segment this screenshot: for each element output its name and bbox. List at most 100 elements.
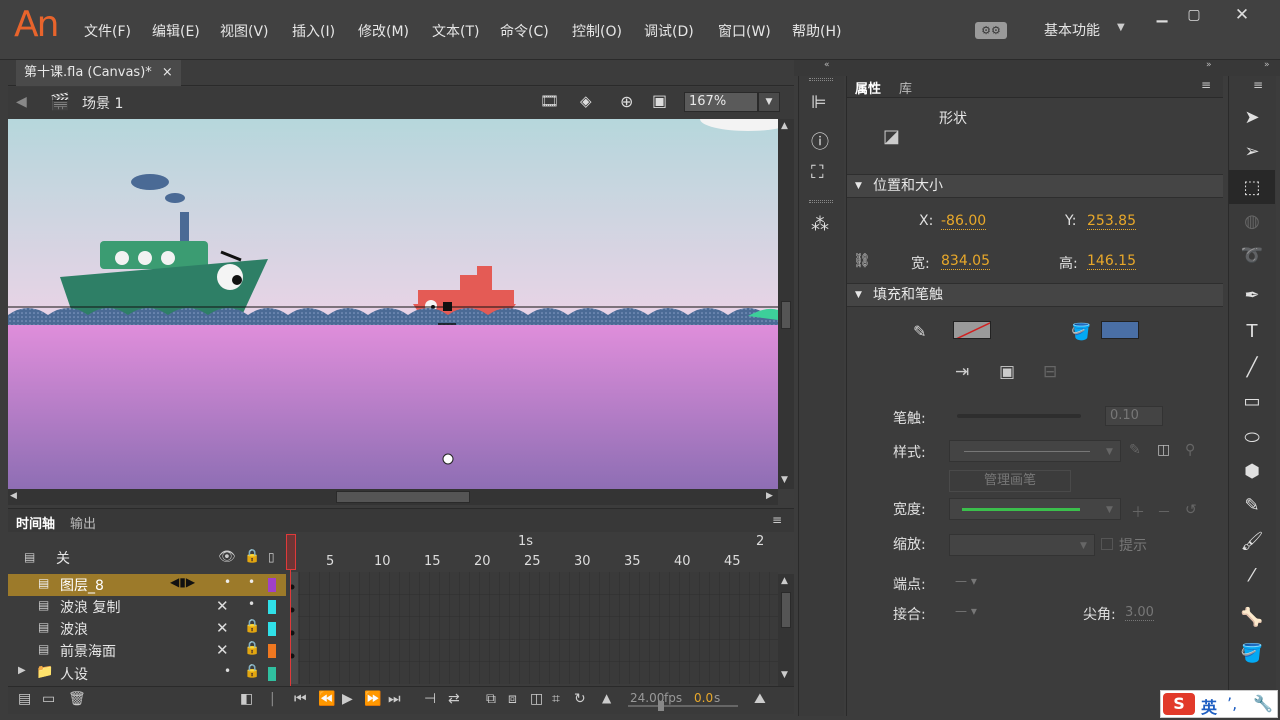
scroll-down-icon[interactable]: ▼ (781, 475, 788, 485)
stroke-value-input[interactable]: 0.10 (1105, 406, 1163, 426)
x-value[interactable]: -86.00 (941, 213, 987, 230)
last-frame-icon[interactable]: ⏭ (388, 691, 401, 707)
width-profile-dropdown[interactable]: ▼ (949, 498, 1121, 520)
scroll-up-icon[interactable]: ▲ (781, 121, 788, 131)
menu-help[interactable]: 帮助(H) (792, 21, 841, 41)
menu-commands[interactable]: 命令(C) (500, 21, 549, 41)
layer-row-wave[interactable]: ▤ 波浪 ✕ 🔒 (8, 618, 286, 640)
polystar-tool-icon[interactable]: ⬢ (1229, 454, 1275, 488)
timeline-vertical-scrollbar[interactable]: ▲ ▼ (778, 574, 794, 686)
edit-multiple-icon[interactable]: ◫ (530, 691, 543, 707)
ime-toolbar[interactable]: S 英 ’, 🔧 (1160, 690, 1278, 718)
panel-menu-icon[interactable]: ≡ (1201, 78, 1211, 92)
scroll-up-icon[interactable]: ▲ (781, 576, 788, 586)
text-tool-icon[interactable]: T (1229, 314, 1275, 348)
transform-icon[interactable]: ⛶ (811, 162, 824, 183)
menu-window[interactable]: 窗口(W) (718, 21, 771, 41)
panel-menu-icon[interactable]: ≡ (1253, 78, 1263, 92)
zoom-input[interactable]: 167% (684, 92, 758, 112)
time-value[interactable]: 0.0 (694, 691, 713, 705)
triangle-up-icon[interactable]: ▲ (602, 691, 611, 705)
rectangle-tool-icon[interactable]: ▭ (1229, 384, 1275, 418)
cap-dropdown[interactable]: — ▾ (955, 574, 977, 588)
hidden-x-icon[interactable]: ✕ (216, 597, 229, 615)
layer-row-wave-copy[interactable]: ▤ 波浪 复制 ✕ • (8, 596, 286, 618)
height-value[interactable]: 146.15 (1087, 253, 1136, 270)
onion-outline-icon[interactable]: ⧈ (508, 691, 517, 707)
lasso-tool-icon[interactable]: ➰ (1229, 238, 1275, 272)
wrench-icon[interactable]: 🔧 (1253, 694, 1273, 713)
minimize-button[interactable]: ▁ (1150, 6, 1174, 24)
punctuation-icon[interactable]: ’, (1227, 694, 1237, 713)
collapse-tools-icon[interactable]: » (1264, 60, 1270, 70)
close-tab-icon[interactable]: × (162, 65, 173, 80)
stroke-style-dropdown[interactable]: ▼ (949, 440, 1121, 462)
line-tool-icon[interactable]: ╱ (1229, 350, 1275, 384)
scroll-down-icon[interactable]: ▼ (781, 670, 788, 680)
hairline-icon[interactable]: ⇥ (955, 362, 969, 382)
menu-file[interactable]: 文件(F) (84, 21, 131, 41)
edit-symbol-icon[interactable]: ◈ (580, 92, 592, 110)
timeline-scroll-thumb[interactable] (781, 592, 791, 628)
subselection-tool-icon[interactable]: ➢ (1229, 134, 1275, 168)
center-frame-icon[interactable]: ⊣ (424, 691, 436, 707)
chevron-down-icon[interactable]: ▼ (1117, 22, 1125, 33)
hint-checkbox[interactable] (1101, 538, 1113, 550)
back-arrow-icon[interactable]: ◀ (16, 94, 27, 110)
zoom-dropdown[interactable]: ▼ (758, 92, 780, 112)
collapse-left-icon[interactable]: « (824, 60, 830, 70)
lock-dot[interactable]: • (248, 597, 255, 611)
tab-timeline[interactable]: 时间轴 (16, 513, 55, 532)
width-value[interactable]: 834.05 (941, 253, 990, 270)
fill-color-swatch[interactable] (1101, 321, 1139, 339)
ime-language[interactable]: 英 (1201, 694, 1217, 718)
layer-color-swatch[interactable] (268, 600, 276, 614)
zoom-slider-thumb[interactable] (658, 701, 664, 711)
new-layer-icon[interactable]: ▤ (18, 691, 31, 707)
next-frame-icon[interactable]: ⏩ (364, 691, 381, 707)
horizontal-scroll-thumb[interactable] (336, 491, 470, 503)
camera-icon[interactable]: ◧ (240, 691, 253, 707)
dock-grip[interactable] (809, 78, 833, 81)
loop-icon[interactable]: ⇄ (448, 691, 460, 707)
stroke-color-swatch[interactable] (953, 321, 991, 339)
first-frame-icon[interactable]: ⏮ (294, 691, 307, 707)
document-tab[interactable]: 第十课.fla (Canvas)* × (16, 60, 181, 86)
menu-edit[interactable]: 编辑(E) (152, 21, 200, 41)
mountain-zoom-icon[interactable]: ⛰ (754, 691, 766, 707)
section-fill-stroke[interactable]: ▼ 填充和笔触 (847, 283, 1223, 307)
collapse-right-icon[interactable]: » (1206, 60, 1212, 70)
workspace-switcher[interactable]: 基本功能 (1044, 20, 1100, 40)
onion-skin-icon[interactable]: ⧉ (486, 691, 496, 707)
stage-horizontal-scrollbar[interactable]: ◀ ▶ (8, 489, 778, 505)
scale-dropdown[interactable]: ▼ (949, 534, 1095, 556)
layer-color-swatch[interactable] (268, 644, 276, 658)
close-window-button[interactable]: ✕ (1230, 6, 1254, 24)
components-icon[interactable]: ⁂ (811, 214, 829, 235)
panel-menu-icon[interactable]: ≡ (772, 513, 782, 527)
scroll-left-icon[interactable]: ◀ (10, 491, 17, 501)
show-all-eye-icon[interactable]: 👁 (218, 549, 236, 565)
layer-row-foreground-sea[interactable]: ▤ 前景海面 ✕ 🔒 (8, 640, 286, 662)
add-brush-icon[interactable]: ◫ (1157, 442, 1170, 458)
stage-canvas[interactable] (8, 119, 778, 489)
info-icon[interactable]: ⓘ (811, 128, 829, 154)
play-icon[interactable]: ▶ (342, 691, 353, 707)
tab-output[interactable]: 输出 (70, 513, 96, 532)
hidden-x-icon[interactable]: ✕ (216, 641, 229, 659)
sync-icon[interactable]: ↻ (574, 691, 586, 707)
outline-all-icon[interactable]: ▯ (268, 550, 275, 564)
link-icon[interactable]: ⛓ (853, 253, 871, 269)
expand-folder-icon[interactable]: ▶ (18, 665, 26, 676)
pen-tool-icon[interactable]: ✒ (1229, 278, 1275, 312)
layer-color-swatch[interactable] (268, 667, 276, 681)
hidden-x-icon[interactable]: ✕ (216, 619, 229, 637)
oval-tool-icon[interactable]: ⬭ (1229, 420, 1275, 454)
3d-rotation-tool-icon[interactable]: ◍ (1229, 204, 1275, 238)
layer-color-swatch[interactable] (268, 622, 276, 636)
playhead[interactable] (286, 534, 296, 686)
pencil-tool-icon[interactable]: ✎ (1229, 488, 1275, 522)
scroll-right-icon[interactable]: ▶ (766, 491, 773, 501)
lock-dot[interactable]: • (248, 575, 255, 589)
frame-grid[interactable] (289, 572, 778, 684)
